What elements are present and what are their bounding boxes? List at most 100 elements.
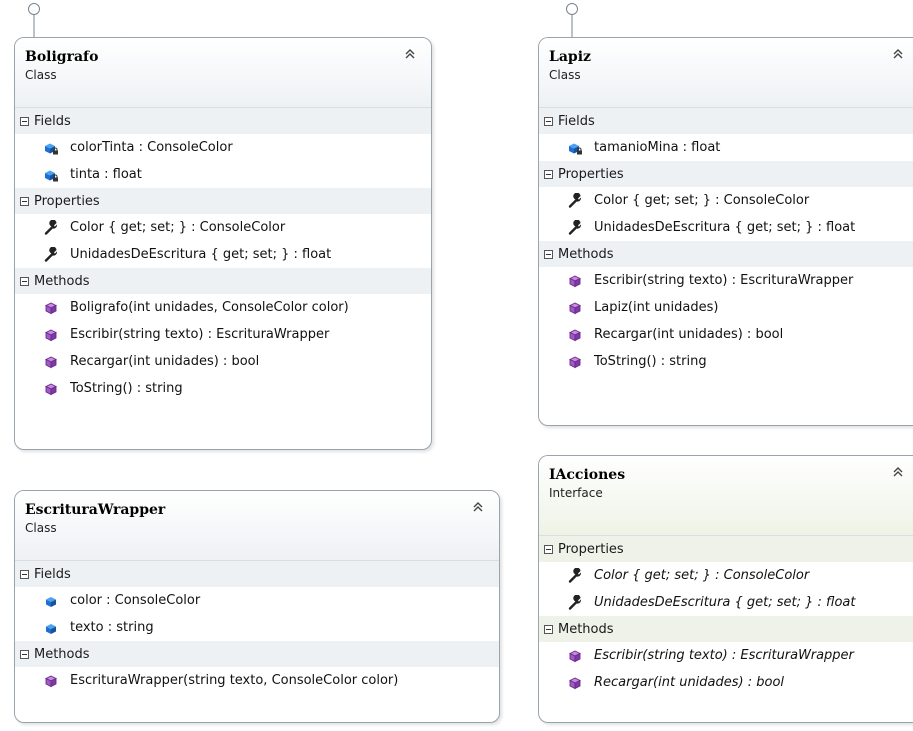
compartment-label: Fields — [34, 566, 71, 582]
interface-lollipop-lapiz — [566, 3, 578, 38]
method-cube-icon — [567, 327, 583, 343]
compartment-label: Fields — [558, 113, 595, 129]
method-cube-icon — [567, 300, 583, 316]
compartment-label: Properties — [34, 193, 100, 209]
class-name: Boligrafo — [25, 49, 99, 65]
member-signature: UnidadesDeEscritura { get; set; } : floa… — [70, 247, 332, 262]
interface-name: IAcciones — [549, 467, 626, 483]
interface-lollipop-boligrafo — [28, 3, 40, 38]
compartment-label: Properties — [558, 166, 624, 182]
compartment-fields: Fields color : ConsoleColor texto : string — [15, 561, 499, 641]
compartment-label: Methods — [34, 273, 90, 289]
collapse-toggle-icon[interactable] — [544, 249, 553, 259]
member-row[interactable]: Boligrafo(int unidades, ConsoleColor col… — [15, 294, 431, 321]
class-shape-boligrafo[interactable]: Boligrafo Class Fields colorTinta : Conso… — [14, 37, 432, 450]
compartment-label: Fields — [34, 113, 71, 129]
compartment-header[interactable]: Methods — [539, 616, 913, 642]
compartment-label: Methods — [34, 646, 90, 662]
compartment-methods: Methods EscrituraWrapper(string texto, Co… — [15, 641, 499, 694]
compartment-methods: Methods Escribir(string texto) : Escritur… — [539, 616, 913, 696]
collapse-toggle-icon[interactable] — [544, 544, 553, 554]
private-field-icon — [43, 167, 59, 183]
member-row[interactable]: UnidadesDeEscritura { get; set; } : floa… — [539, 214, 913, 241]
collapse-toggle-icon[interactable] — [20, 276, 29, 286]
shape-header[interactable]: EscrituraWrapper Class — [15, 491, 499, 561]
private-field-icon — [43, 140, 59, 156]
member-signature: color : ConsoleColor — [70, 593, 201, 608]
member-row[interactable]: ToString() : string — [539, 348, 913, 375]
member-row[interactable]: Escribir(string texto) : EscrituraWrappe… — [539, 642, 913, 669]
collapse-toggle-icon[interactable] — [544, 169, 553, 179]
interface-shape-iacciones[interactable]: IAcciones Interface Properties Color { ge… — [538, 455, 913, 723]
collapse-chevron-icon[interactable] — [403, 47, 417, 61]
class-kind: Class — [25, 521, 57, 535]
member-row[interactable]: Recargar(int unidades) : bool — [539, 321, 913, 348]
member-signature: tamanioMina : float — [594, 140, 721, 155]
compartment-header[interactable]: Methods — [15, 641, 499, 667]
collapse-chevron-icon[interactable] — [891, 47, 905, 61]
compartment-header[interactable]: Properties — [539, 161, 913, 187]
member-row[interactable]: Escribir(string texto) : EscrituraWrappe… — [539, 267, 913, 294]
member-row[interactable]: Color { get; set; } : ConsoleColor — [539, 187, 913, 214]
class-shape-lapiz[interactable]: Lapiz Class Fields tamanioMina : float Pro… — [538, 37, 913, 426]
property-wrench-icon — [567, 219, 583, 236]
member-signature: Color { get; set; } : ConsoleColor — [70, 220, 286, 235]
compartment-header[interactable]: Methods — [539, 241, 913, 267]
member-row[interactable]: EscrituraWrapper(string texto, ConsoleCo… — [15, 667, 499, 694]
member-row[interactable]: Color { get; set; } : ConsoleColor — [539, 562, 913, 589]
member-row[interactable]: texto : string — [15, 614, 499, 641]
compartment-label: Methods — [558, 621, 614, 637]
member-signature: Escribir(string texto) : EscrituraWrappe… — [594, 648, 854, 663]
shape-header[interactable]: Boligrafo Class — [15, 38, 431, 108]
member-signature: Escribir(string texto) : EscrituraWrappe… — [70, 327, 330, 342]
public-field-icon — [43, 593, 59, 609]
member-signature: tinta : float — [70, 167, 142, 182]
member-row[interactable]: tamanioMina : float — [539, 134, 913, 161]
collapse-toggle-icon[interactable] — [544, 624, 553, 634]
shape-body: Fields color : ConsoleColor texto : string… — [15, 561, 499, 694]
method-cube-icon — [567, 354, 583, 370]
collapse-toggle-icon[interactable] — [20, 116, 29, 126]
member-row[interactable]: colorTinta : ConsoleColor — [15, 134, 431, 161]
class-shape-escrituraWrapper[interactable]: EscrituraWrapper Class Fields color : Con… — [14, 490, 500, 723]
member-row[interactable]: Color { get; set; } : ConsoleColor — [15, 214, 431, 241]
member-row[interactable]: Escribir(string texto) : EscrituraWrappe… — [15, 321, 431, 348]
class-name: EscrituraWrapper — [25, 502, 166, 518]
property-wrench-icon — [43, 246, 59, 263]
collapse-toggle-icon[interactable] — [20, 649, 29, 659]
method-cube-icon — [43, 354, 59, 370]
compartment-header[interactable]: Fields — [15, 108, 431, 134]
member-row[interactable]: Lapiz(int unidades) — [539, 294, 913, 321]
shape-header[interactable]: Lapiz Class — [539, 38, 913, 108]
member-signature: Color { get; set; } : ConsoleColor — [594, 568, 810, 583]
method-cube-icon — [43, 300, 59, 316]
member-row[interactable]: tinta : float — [15, 161, 431, 188]
member-row[interactable]: Recargar(int unidades) : bool — [15, 348, 431, 375]
collapse-toggle-icon[interactable] — [20, 569, 29, 579]
member-signature: Color { get; set; } : ConsoleColor — [594, 193, 810, 208]
compartment-header[interactable]: Fields — [539, 108, 913, 134]
class-kind: Class — [25, 68, 57, 82]
shape-header[interactable]: IAcciones Interface — [539, 456, 913, 536]
member-row[interactable]: color : ConsoleColor — [15, 587, 499, 614]
property-wrench-icon — [567, 192, 583, 209]
member-signature: Lapiz(int unidades) — [594, 300, 719, 315]
method-cube-icon — [43, 381, 59, 397]
member-row[interactable]: ToString() : string — [15, 375, 431, 402]
member-row[interactable]: UnidadesDeEscritura { get; set; } : floa… — [15, 241, 431, 268]
collapse-toggle-icon[interactable] — [20, 196, 29, 206]
member-row[interactable]: Recargar(int unidades) : bool — [539, 669, 913, 696]
compartment-fields: Fields tamanioMina : float — [539, 108, 913, 161]
compartment-label: Methods — [558, 246, 614, 262]
collapse-chevron-icon[interactable] — [891, 465, 905, 479]
compartment-header[interactable]: Methods — [15, 268, 431, 294]
member-row[interactable]: UnidadesDeEscritura { get; set; } : floa… — [539, 589, 913, 616]
property-wrench-icon — [567, 567, 583, 584]
collapse-toggle-icon[interactable] — [544, 116, 553, 126]
compartment-header[interactable]: Properties — [15, 188, 431, 214]
compartment-header[interactable]: Fields — [15, 561, 499, 587]
collapse-chevron-icon[interactable] — [471, 500, 485, 514]
member-signature: UnidadesDeEscritura { get; set; } : floa… — [594, 595, 856, 610]
property-wrench-icon — [567, 594, 583, 611]
compartment-header[interactable]: Properties — [539, 536, 913, 562]
